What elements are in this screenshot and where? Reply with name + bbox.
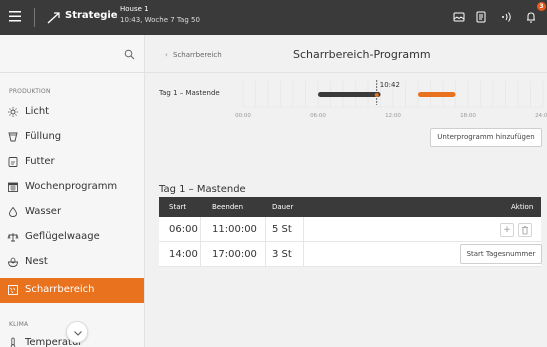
sidebar-item-wasser[interactable]: Wasser xyxy=(0,200,144,225)
bell-icon[interactable] xyxy=(524,10,538,24)
sidebar-item-label: Füllung xyxy=(25,131,62,142)
page-title: Scharrbereich-Programm xyxy=(293,48,431,61)
sidebar-item-label: Wasser xyxy=(25,206,62,217)
timeline-tick-label: 24:00 xyxy=(535,113,547,119)
timeline-tick-label: 12:00 xyxy=(385,113,401,119)
start-day-number-button[interactable]: Start Tagesnummer xyxy=(460,244,542,264)
trash-icon[interactable] xyxy=(518,223,532,237)
timeline-chart: 10:42 00:00 06:00 12:00 18:00 24:00 xyxy=(235,80,547,119)
sidebar-item-label: Wochenprogramm xyxy=(25,181,118,192)
app-title: Strategie xyxy=(65,10,118,21)
chevron-down-icon xyxy=(74,331,82,336)
header-row: ‹ Scharrbereich Scharrbereich-Programm xyxy=(145,35,547,73)
table-row: 06:00 11:00:00 5 St + xyxy=(159,217,541,242)
notification-badge: 3 xyxy=(537,2,546,11)
sidebar-item-label: Futter xyxy=(25,156,55,167)
chevron-left-icon: ‹ xyxy=(165,51,168,59)
row-start: 06:00 xyxy=(159,217,201,242)
sidebar-item-scharrbereich[interactable]: Scharrbereich xyxy=(0,278,144,303)
row-end: 11:00:00 xyxy=(201,217,266,242)
timeline-bar xyxy=(418,92,456,97)
scratch-area-icon xyxy=(8,285,18,295)
strategy-icon xyxy=(47,12,60,24)
sidebar-collapse-button[interactable] xyxy=(66,321,88,343)
current-time-label: 10:42 xyxy=(380,81,400,89)
table-header: Start Beenden Dauer Aktion xyxy=(159,197,541,217)
light-icon xyxy=(8,107,18,117)
sidebar-item-gefluegelwaage[interactable]: Geflügelwaage xyxy=(0,225,144,250)
sidebar-item-wochenprogramm[interactable]: Wochenprogramm xyxy=(0,175,144,200)
sidebar-search-row xyxy=(0,35,144,73)
feed-icon xyxy=(8,157,18,167)
timeline-tick-label: 06:00 xyxy=(310,113,326,119)
sidebar-item-label: Geflügelwaage xyxy=(25,231,100,242)
current-time-dot xyxy=(374,93,379,97)
search-icon[interactable] xyxy=(124,49,135,60)
column-duration: Dauer xyxy=(272,203,294,211)
column-start: Start xyxy=(169,203,187,211)
row-duration: 5 St xyxy=(266,217,304,242)
house-status: 10:43, Woche 7 Tag 50 xyxy=(120,16,200,24)
row-duration: 3 St xyxy=(266,242,304,267)
day-timeline: Tag 1 – Mastende 10:42 00:00 06:00 12:00 18:… xyxy=(155,77,547,119)
house-name: House 1 xyxy=(120,5,149,13)
nest-icon xyxy=(8,257,18,267)
sidebar-item-label: Licht xyxy=(25,106,50,117)
sidebar-item-nest[interactable]: Nest xyxy=(0,250,144,275)
water-drop-icon xyxy=(9,206,17,217)
breadcrumb[interactable]: Scharrbereich xyxy=(173,51,222,59)
calendar-icon xyxy=(8,182,18,192)
hamburger-icon[interactable] xyxy=(9,8,22,24)
thermometer-icon xyxy=(10,337,16,347)
sidebar-item-label: Scharrbereich xyxy=(25,284,95,295)
row-start: 14:00 xyxy=(159,242,201,267)
scale-icon xyxy=(7,233,19,242)
sidebar-item-licht[interactable]: Licht xyxy=(0,100,144,125)
timeline-tick-label: 18:00 xyxy=(460,113,476,119)
top-bar: Strategie House 1 10:43, Woche 7 Tag 50 … xyxy=(0,0,547,35)
sidebar: PRODUKTION Licht Füllung Futter Wochenpr… xyxy=(0,35,145,347)
filling-icon xyxy=(8,132,18,142)
section-production: PRODUKTION xyxy=(9,88,51,95)
add-subprogram-button[interactable]: Unterprogramm hinzufügen xyxy=(430,128,542,147)
message-icon[interactable] xyxy=(452,10,466,24)
column-end: Beenden xyxy=(212,203,244,211)
timeline-tick-label: 00:00 xyxy=(235,113,251,119)
broadcast-icon[interactable] xyxy=(499,10,513,24)
timeline-bar xyxy=(318,92,381,97)
sidebar-item-label: Nest xyxy=(25,256,48,267)
column-action: Aktion xyxy=(511,203,534,211)
add-icon[interactable]: + xyxy=(500,223,514,237)
topbar-divider xyxy=(34,8,35,27)
schedule-title: Tag 1 – Mastende xyxy=(159,184,246,195)
sidebar-item-fuellung[interactable]: Füllung xyxy=(0,125,144,150)
document-icon[interactable] xyxy=(474,10,488,24)
main-content: ‹ Scharrbereich Scharrbereich-Programm T… xyxy=(145,35,547,347)
section-climate: KLIMA xyxy=(9,321,29,328)
row-end: 17:00:00 xyxy=(201,242,266,267)
sidebar-item-futter[interactable]: Futter xyxy=(0,150,144,175)
